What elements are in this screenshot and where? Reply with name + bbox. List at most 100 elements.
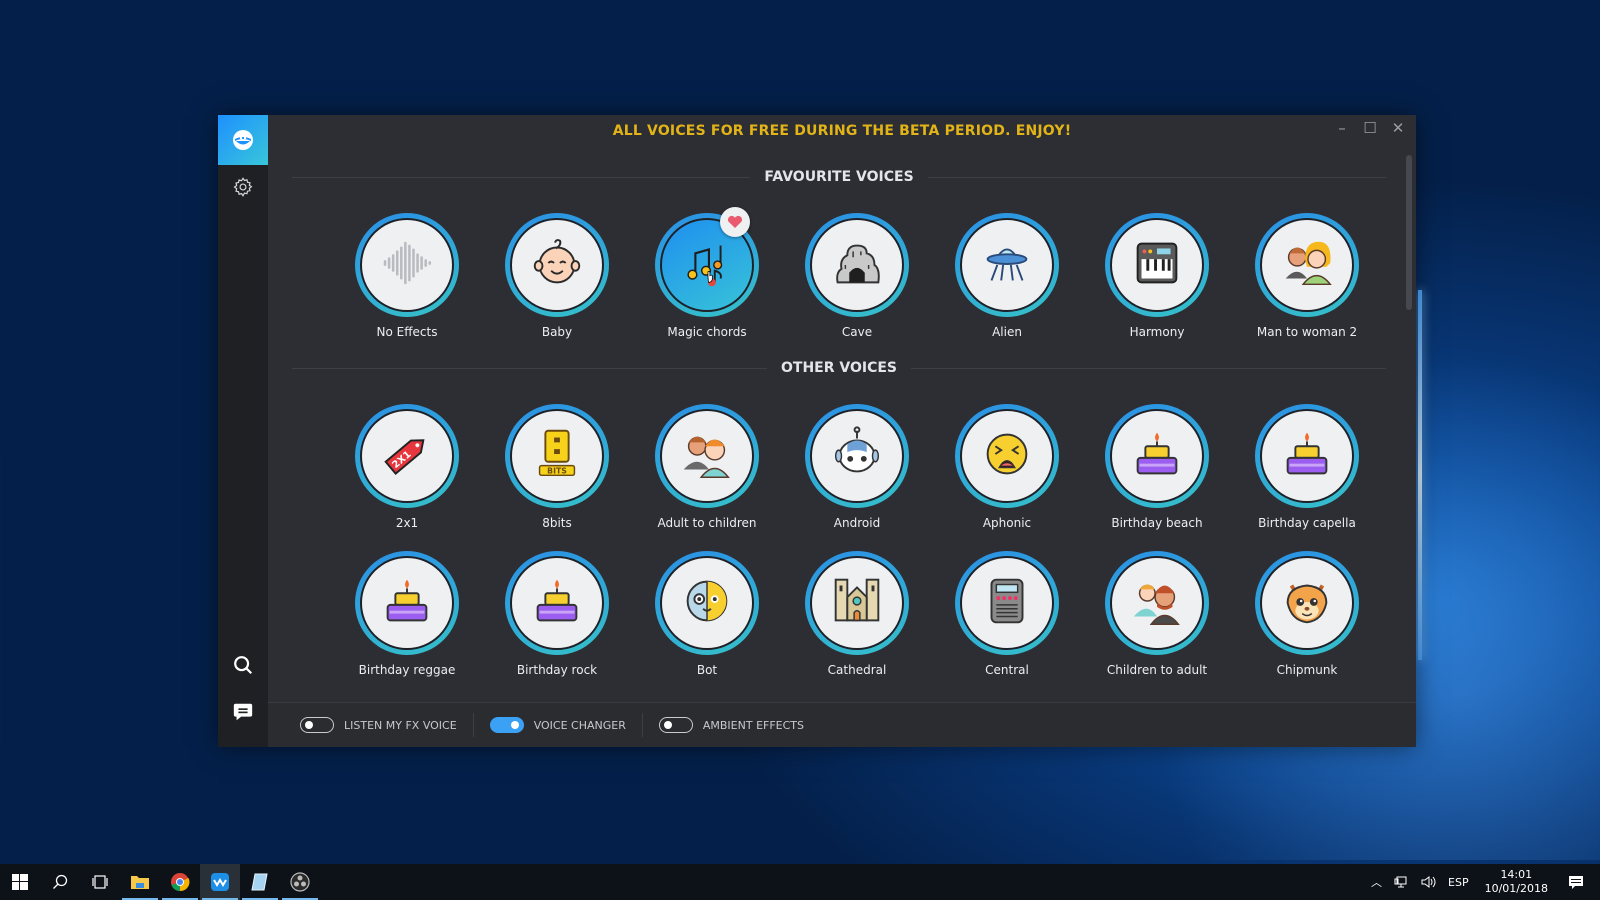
voice-item-birthday-beach[interactable]: Birthday beach xyxy=(1082,404,1232,530)
divider xyxy=(927,176,1387,178)
volume-button[interactable] xyxy=(1414,875,1442,889)
voice-button[interactable] xyxy=(960,218,1054,312)
voice-item-man-to-woman-2[interactable]: Man to woman 2 xyxy=(1232,213,1382,339)
voice-item-8bits[interactable]: BITS 8bits xyxy=(482,404,632,530)
voice-button[interactable] xyxy=(510,556,604,650)
voice-item-birthday-reggae[interactable]: Birthday reggae xyxy=(332,551,482,677)
voice-item-birthday-rock[interactable]: Birthday rock xyxy=(482,551,632,677)
sidebar-item-voices[interactable] xyxy=(218,115,268,165)
chrome-icon xyxy=(170,872,190,892)
network-button[interactable] xyxy=(1388,875,1414,889)
voice-label: No Effects xyxy=(376,325,438,339)
voice-item-birthday-capella[interactable]: Birthday capella xyxy=(1232,404,1382,530)
ufo-icon xyxy=(976,232,1038,298)
voice-item-magic-chords[interactable]: Magic chords xyxy=(632,207,782,339)
sidebar-item-feedback[interactable] xyxy=(218,692,268,732)
robot-head-icon xyxy=(826,423,888,489)
toggle-label: LISTEN MY FX VOICE xyxy=(344,718,457,732)
voice-item-bot[interactable]: Bot xyxy=(632,551,782,677)
voice-button[interactable] xyxy=(1260,218,1354,312)
toggle-knob xyxy=(305,721,313,729)
voice-button[interactable] xyxy=(960,556,1054,650)
taskbar-task-view-button[interactable] xyxy=(80,864,120,900)
voice-button[interactable] xyxy=(960,409,1054,503)
taskbar-chrome-button[interactable] xyxy=(160,864,200,900)
obs-icon xyxy=(290,872,310,892)
voice-button[interactable] xyxy=(1110,556,1204,650)
voice-ring xyxy=(1255,551,1359,655)
sidebar-item-settings[interactable] xyxy=(218,167,268,207)
toggle-knob xyxy=(663,721,672,729)
voice-button[interactable] xyxy=(660,556,754,650)
maximize-button[interactable]: ☐ xyxy=(1358,117,1382,139)
minimize-button[interactable]: – xyxy=(1330,117,1354,139)
listen-my-fx-voice-toggle[interactable] xyxy=(300,717,334,733)
ambient-effects-toggle[interactable] xyxy=(658,717,693,733)
voice-item-cathedral[interactable]: Cathedral xyxy=(782,551,932,677)
show-hidden-icons-button[interactable]: ︿ xyxy=(1365,874,1388,890)
voice-ring: BITS xyxy=(505,404,609,508)
voice-label: Birthday beach xyxy=(1111,516,1203,530)
voice-item-aphonic[interactable]: Aphonic xyxy=(932,404,1082,530)
voice-button[interactable] xyxy=(810,409,904,503)
taskbar-voicemod-button[interactable] xyxy=(200,864,240,900)
voice-item-android[interactable]: Android xyxy=(782,404,932,530)
network-icon xyxy=(1394,876,1407,888)
voice-item-baby[interactable]: Baby xyxy=(482,213,632,339)
voice-ring xyxy=(1105,213,1209,317)
voice-item-adult-to-children[interactable]: Adult to children xyxy=(632,404,782,530)
voice-label: Android xyxy=(833,516,881,530)
voice-item-no-effects[interactable]: No Effects xyxy=(332,213,482,339)
voice-button[interactable] xyxy=(1260,556,1354,650)
voice-ring xyxy=(955,404,1059,508)
birthday-cake-icon xyxy=(526,570,588,636)
toggle-label: AMBIENT EFFECTS xyxy=(702,718,805,732)
voice-button[interactable] xyxy=(1110,409,1204,503)
favourite-voices-header: FAVOURITE VOICES xyxy=(292,167,1387,187)
voice-label: Baby xyxy=(541,325,573,339)
scrollbar[interactable] xyxy=(1406,155,1412,310)
clock[interactable]: 14:01 10/01/2018 xyxy=(1475,868,1558,896)
favourite-toggle[interactable] xyxy=(720,207,750,237)
voice-item-alien[interactable]: Alien xyxy=(932,213,1082,339)
svg-text:BITS: BITS xyxy=(547,466,567,475)
voice-item-harmony[interactable]: Harmony xyxy=(1082,213,1232,339)
voice-ring xyxy=(955,213,1059,317)
sidebar-item-search[interactable] xyxy=(218,645,268,685)
switchboard-icon xyxy=(976,570,1038,636)
heart-icon xyxy=(727,215,743,228)
voice-item-2x1[interactable]: 2X1 2x1 xyxy=(332,404,482,530)
footer-toggles: LISTEN MY FX VOICE VOICE CHANGER AMBIENT… xyxy=(268,702,1416,747)
voice-ring xyxy=(805,404,909,508)
voice-button[interactable] xyxy=(660,409,754,503)
close-button[interactable]: ✕ xyxy=(1386,117,1410,139)
voice-ring xyxy=(505,213,609,317)
voice-button[interactable]: BITS xyxy=(510,409,604,503)
voice-button[interactable] xyxy=(810,218,904,312)
voice-item-cave[interactable]: Cave xyxy=(782,213,932,339)
taskbar-notes-button[interactable] xyxy=(240,864,280,900)
taskbar-obs-button[interactable] xyxy=(280,864,320,900)
open-mouth-logo-icon xyxy=(233,130,253,150)
voice-ring xyxy=(355,551,459,655)
voice-item-central[interactable]: Central xyxy=(932,551,1082,677)
voice-button[interactable] xyxy=(810,556,904,650)
desktop-wallpaper-light-beam xyxy=(1418,290,1422,660)
taskbar-search-button[interactable] xyxy=(40,864,80,900)
input-language[interactable]: ESP xyxy=(1442,876,1475,889)
voice-button[interactable] xyxy=(360,556,454,650)
children-to-adult-icon xyxy=(1126,570,1188,636)
voice-button[interactable] xyxy=(1260,409,1354,503)
voice-button[interactable] xyxy=(510,218,604,312)
voice-changer-toggle[interactable] xyxy=(489,717,524,733)
voice-button[interactable] xyxy=(360,218,454,312)
taskbar-start-button[interactable] xyxy=(0,864,40,900)
taskbar-file-explorer-button[interactable] xyxy=(120,864,160,900)
voice-item-children-to-adult[interactable]: Children to adult xyxy=(1082,551,1232,677)
voice-button[interactable]: 2X1 xyxy=(360,409,454,503)
sidebar xyxy=(218,115,268,747)
gear-icon xyxy=(233,177,253,197)
voice-item-chipmunk[interactable]: Chipmunk xyxy=(1232,551,1382,677)
action-center-button[interactable] xyxy=(1558,874,1600,890)
voice-button[interactable] xyxy=(1110,218,1204,312)
